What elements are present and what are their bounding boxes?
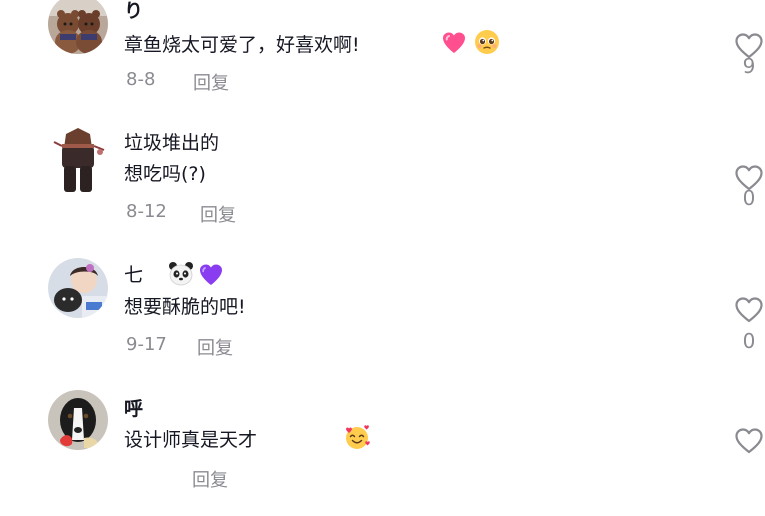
comment-date: 9-17 [126,334,167,355]
comment-username[interactable]: 呼 [124,394,143,421]
comment-username[interactable]: り [124,0,143,23]
reply-button[interactable]: 回复 [200,201,236,227]
like-control[interactable]: 0 [734,296,764,353]
comment-item: 呼 设计师真是天才 回复 [0,384,765,516]
comment-text: 章鱼烧太可爱了，好喜欢啊! [124,34,360,56]
avatar[interactable] [48,258,108,318]
comment-date: 8-12 [126,201,167,222]
purple-heart-emoji [198,262,224,288]
reply-button[interactable]: 回复 [193,69,229,95]
comment-item: 垃圾堆出的 想吃吗(?) 8-12 回复 0 [0,120,765,252]
reply-button[interactable]: 回复 [197,334,233,360]
like-count: 0 [742,186,756,210]
smiling-face-with-hearts-emoji [344,424,370,450]
heart-outline-icon[interactable] [734,296,764,324]
heart-outline-icon[interactable] [734,427,764,455]
avatar[interactable] [48,390,108,450]
panda-emoji [168,261,194,287]
avatar[interactable] [48,126,108,192]
like-count: 9 [742,54,756,78]
sparkling-heart-emoji [441,30,467,56]
like-control[interactable] [734,427,764,455]
comment-text: 想要酥脆的吧! [124,296,246,318]
comment-item: 七 想要酥脆的吧! 9-17 回复 0 [0,252,765,384]
comment-text: 想吃吗(?) [124,163,206,185]
comment-username[interactable]: 七 [124,260,143,287]
comment-username[interactable]: 垃圾堆出的 [124,128,219,155]
like-control[interactable]: 9 [734,32,764,78]
like-control[interactable]: 0 [734,164,764,210]
avatar[interactable] [48,0,108,54]
comment-date: 8-8 [126,69,156,90]
comment-text: 设计师真是天才 [124,429,258,451]
comment-item: り 章鱼烧太可爱了，好喜欢啊! 8-8 回复 9 [0,0,765,120]
pleading-face-emoji [474,29,500,55]
reply-button[interactable]: 回复 [192,466,228,492]
like-count: 0 [742,329,756,353]
